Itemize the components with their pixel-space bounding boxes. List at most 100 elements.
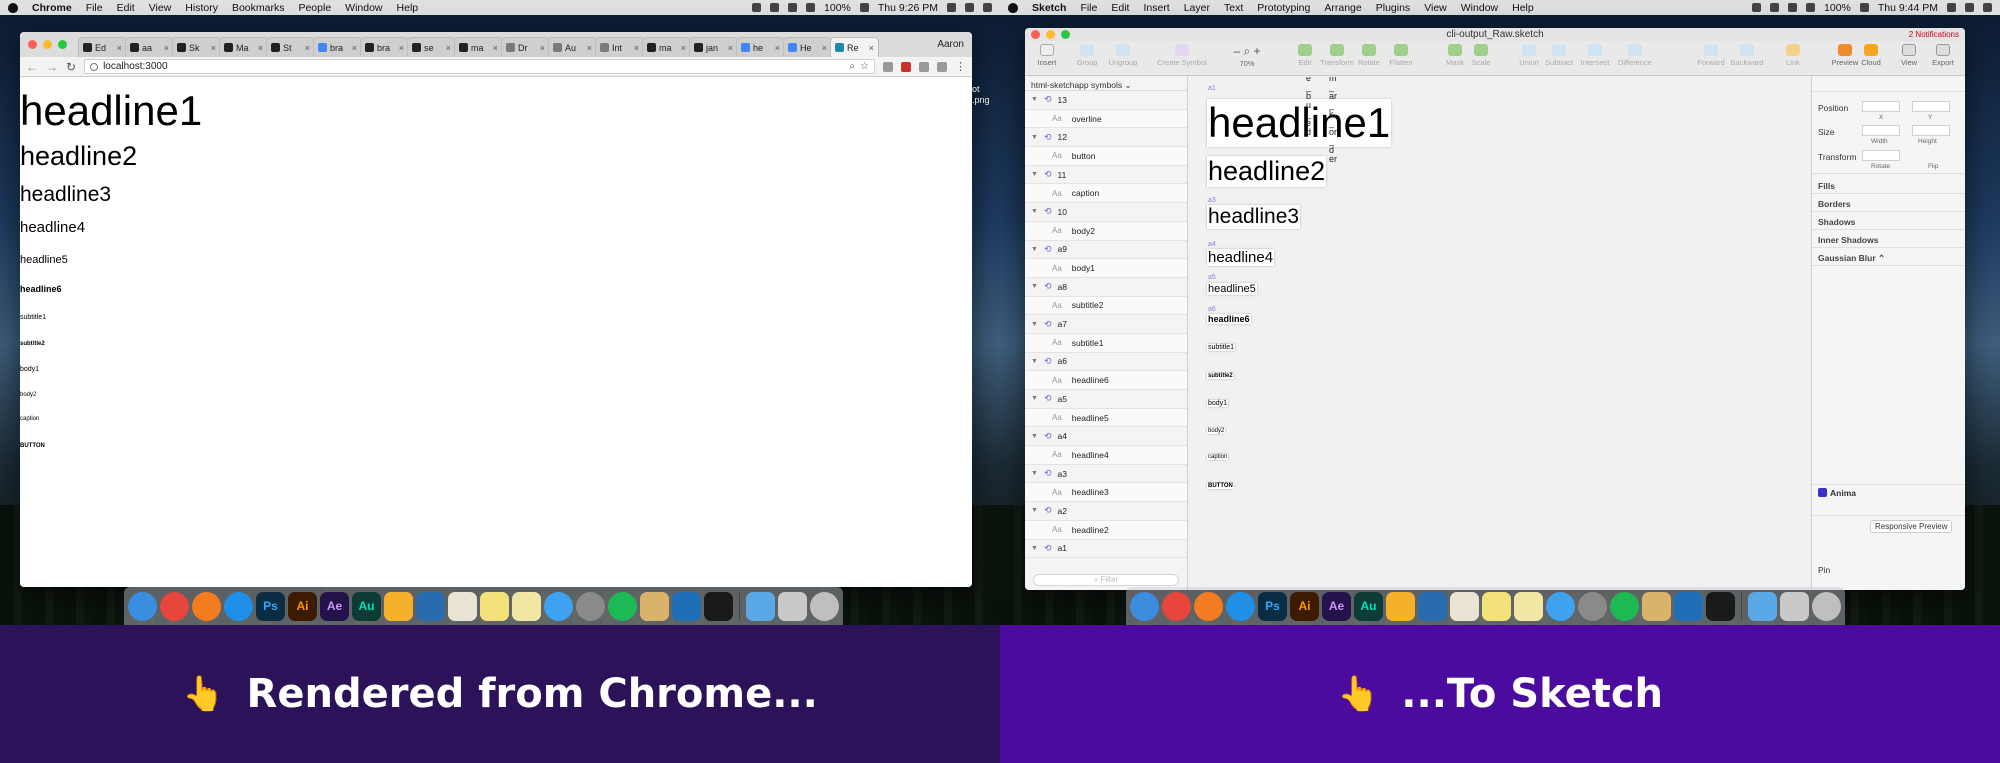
- scale-button[interactable]: Scale: [1459, 44, 1503, 67]
- layer-text[interactable]: Aa body1: [1025, 259, 1187, 278]
- dock-spotify-icon[interactable]: [1610, 591, 1639, 621]
- menu-file[interactable]: File: [1080, 2, 1097, 14]
- dock-archive-icon[interactable]: [640, 591, 669, 621]
- menu-plugins[interactable]: Plugins: [1376, 2, 1410, 14]
- notification-center-icon[interactable]: [983, 3, 992, 12]
- dock-stickies-icon[interactable]: [480, 591, 509, 621]
- browser-tab[interactable]: St ×: [266, 37, 315, 57]
- layer-text[interactable]: Aa headline5: [1025, 408, 1187, 428]
- minimize-window-button[interactable]: [1046, 30, 1055, 39]
- disclosure-triangle-icon[interactable]: ▼: [1031, 433, 1038, 440]
- dock-xcode-icon[interactable]: [1418, 591, 1447, 621]
- menu-edit[interactable]: Edit: [1111, 2, 1129, 14]
- close-tab-icon[interactable]: ×: [540, 43, 545, 53]
- artboard-label[interactable]: a5: [1208, 274, 1216, 281]
- artboard-body1[interactable]: body1: [1207, 400, 1229, 407]
- artboard-button[interactable]: BUTTON: [1207, 483, 1234, 489]
- dock-sketch-icon[interactable]: [384, 591, 413, 621]
- menu-arrange[interactable]: Arrange: [1324, 2, 1361, 14]
- menu-edit[interactable]: Edit: [117, 2, 135, 14]
- dock-terminal-icon[interactable]: [704, 591, 733, 621]
- dock-illustrator-icon[interactable]: Ai: [288, 591, 317, 621]
- browser-tab[interactable]: ma ×: [454, 37, 503, 57]
- layer-group[interactable]: ▼ ⟲ a8: [1025, 278, 1187, 297]
- dock-archive-icon[interactable]: [1642, 591, 1671, 621]
- layer-group[interactable]: ▼ ⟲ 13: [1025, 91, 1187, 110]
- dock-photoshop-icon[interactable]: Ps: [256, 591, 285, 621]
- browser-tab[interactable]: ma ×: [642, 37, 691, 57]
- clock[interactable]: Thu 9:26 PM: [878, 2, 938, 14]
- borders-section[interactable]: Borders: [1818, 199, 1851, 209]
- menu-help[interactable]: Help: [397, 2, 419, 14]
- dock-screenshot-icon[interactable]: [778, 591, 807, 621]
- menu-window[interactable]: Window: [1461, 2, 1498, 14]
- wifi-icon[interactable]: [1788, 3, 1798, 12]
- menu-prototyping[interactable]: Prototyping: [1257, 2, 1310, 14]
- battery-icon[interactable]: [1859, 3, 1869, 12]
- layer-group[interactable]: ▼ ⟲ a9: [1025, 241, 1187, 260]
- menu-bookmarks[interactable]: Bookmarks: [232, 2, 285, 14]
- browser-tab[interactable]: He ×: [783, 37, 832, 57]
- dock-finder-icon[interactable]: [128, 591, 157, 621]
- close-tab-icon[interactable]: ×: [493, 43, 498, 53]
- desktop-file-label[interactable]: ot .png: [972, 84, 990, 106]
- layer-text[interactable]: Aa headline4: [1025, 446, 1187, 465]
- backward-button[interactable]: Backward: [1725, 44, 1769, 67]
- disclosure-triangle-icon[interactable]: ▼: [1031, 171, 1038, 178]
- back-icon[interactable]: ←: [26, 60, 38, 74]
- close-tab-icon[interactable]: ×: [305, 43, 310, 53]
- zoom-window-button[interactable]: [58, 40, 67, 49]
- menu-file[interactable]: File: [86, 2, 103, 14]
- siri-icon[interactable]: [965, 3, 974, 12]
- layer-text[interactable]: Aa body2: [1025, 221, 1187, 241]
- dock-notes-icon[interactable]: [512, 591, 541, 621]
- dock-audition-icon[interactable]: Au: [1354, 591, 1383, 621]
- disclosure-triangle-icon[interactable]: ▼: [1031, 283, 1038, 290]
- notification-center-icon[interactable]: [1983, 3, 1992, 12]
- close-tab-icon[interactable]: ×: [211, 43, 216, 53]
- close-tab-icon[interactable]: ×: [446, 43, 451, 53]
- close-tab-icon[interactable]: ×: [822, 43, 827, 53]
- dock-safari-icon[interactable]: [224, 591, 253, 621]
- dock-firefox-icon[interactable]: [192, 591, 221, 621]
- bookmark-star-icon[interactable]: ☆: [860, 61, 869, 72]
- browser-tab[interactable]: jan ×: [689, 37, 738, 57]
- artboard-subtitle2[interactable]: subtitle2: [1207, 373, 1234, 379]
- layer-group[interactable]: ▼ ⟲ 12: [1025, 128, 1187, 148]
- close-tab-icon[interactable]: ×: [869, 43, 874, 53]
- dock-downloads-icon[interactable]: [1748, 591, 1777, 621]
- menu-window[interactable]: Window: [345, 2, 382, 14]
- intersect-button[interactable]: Intersect: [1573, 44, 1617, 67]
- search-icon[interactable]: [947, 3, 956, 12]
- vertical-text-layer[interactable]: m_ar_k_or_der: [1329, 77, 1338, 164]
- browser-tab[interactable]: Au ×: [548, 37, 597, 57]
- browser-tab[interactable]: Sk ×: [172, 37, 221, 57]
- zoom-window-button[interactable]: [1061, 30, 1070, 39]
- bluetooth-icon[interactable]: [806, 3, 816, 12]
- dock-screenshot-icon[interactable]: [1780, 591, 1809, 621]
- artboard-caption[interactable]: caption: [1207, 454, 1229, 460]
- dock-vscode-icon[interactable]: [1674, 591, 1703, 621]
- battery-percent[interactable]: 100%: [824, 2, 851, 14]
- browser-tab[interactable]: se ×: [407, 37, 456, 57]
- menu-layer[interactable]: Layer: [1184, 2, 1210, 14]
- disclosure-triangle-icon[interactable]: ▼: [1031, 96, 1038, 103]
- dock-sketch-icon[interactable]: [1386, 591, 1415, 621]
- flatten-button[interactable]: Flatten: [1379, 44, 1423, 67]
- create-symbol-button[interactable]: Create Symbol: [1153, 44, 1211, 67]
- search-icon[interactable]: ⌕: [849, 61, 855, 72]
- artboard-headline3[interactable]: headline3: [1207, 205, 1301, 229]
- extension-icon[interactable]: [883, 61, 893, 72]
- browser-tab[interactable]: Int ×: [595, 37, 644, 57]
- wifi-icon[interactable]: [788, 3, 798, 12]
- menu-kebab-icon[interactable]: ⋮: [955, 60, 966, 73]
- browser-tab[interactable]: bra ×: [360, 37, 409, 57]
- dock-messages-icon[interactable]: [544, 591, 573, 621]
- layer-group[interactable]: ▼ ⟲ a1: [1025, 540, 1187, 559]
- apple-icon[interactable]: [1008, 2, 1018, 13]
- dock-spotify-icon[interactable]: [608, 591, 637, 621]
- artboard-headline6[interactable]: headline6: [1207, 314, 1251, 324]
- browser-tab[interactable]: Ed ×: [78, 37, 127, 57]
- rotate-field[interactable]: [1862, 150, 1900, 161]
- info-icon[interactable]: [90, 62, 99, 71]
